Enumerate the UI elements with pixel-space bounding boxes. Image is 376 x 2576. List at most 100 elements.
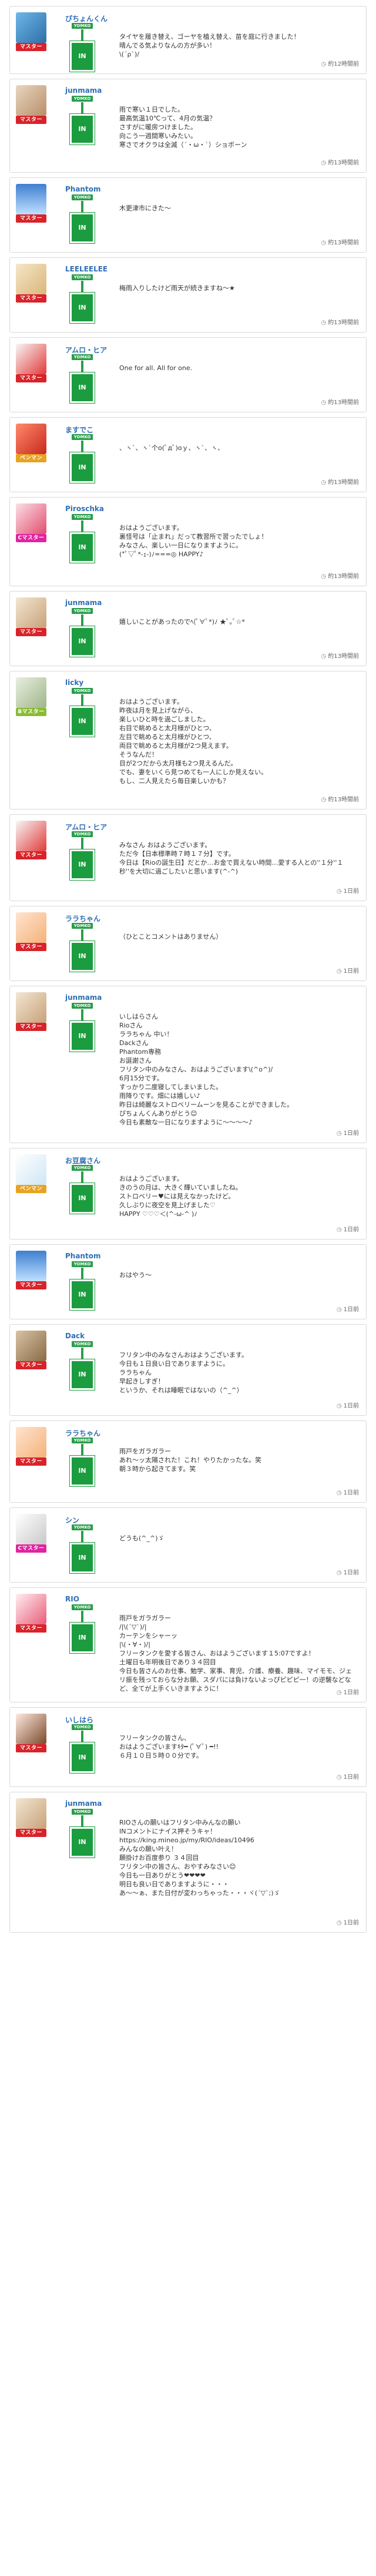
username-link[interactable]: ララちゃん xyxy=(65,1428,100,1438)
whiteboard-label: IN xyxy=(69,113,95,145)
avatar[interactable] xyxy=(16,344,46,374)
rank-badge: Cマスター xyxy=(16,534,46,542)
timestamp: ◷ 1日前 xyxy=(337,1567,359,1576)
username-link[interactable]: アムロ・ヒア xyxy=(65,345,107,355)
timestamp-text: 1日前 xyxy=(343,1307,359,1313)
whiteboard-icon: YOMKO IN xyxy=(65,831,99,881)
whiteboard-tag: YOMKO xyxy=(72,23,93,29)
username-link[interactable]: シン xyxy=(65,1515,79,1525)
whiteboard-icon: YOMKO IN xyxy=(65,1165,99,1214)
username-link[interactable]: Piroschka xyxy=(65,505,104,513)
avatar[interactable] xyxy=(16,12,46,43)
username-link[interactable]: Dack xyxy=(65,1332,85,1340)
whiteboard-tag: YOMKO xyxy=(72,514,93,520)
avatar[interactable] xyxy=(16,1154,46,1185)
whiteboard-label: IN xyxy=(69,1542,95,1574)
avatar[interactable] xyxy=(16,264,46,294)
rank-badge: マスター xyxy=(16,943,46,951)
rank-badge: ペンマン xyxy=(16,454,46,462)
timestamp-text: 1日前 xyxy=(343,968,359,975)
username-link[interactable]: junmama xyxy=(65,993,102,1002)
avatar[interactable] xyxy=(16,85,46,116)
clock-icon: ◷ xyxy=(321,320,327,326)
post-text: 梅雨入りしたけど雨天が続きますね〜★ xyxy=(119,284,235,292)
whiteboard-label: IN xyxy=(69,452,95,483)
avatar[interactable] xyxy=(16,1251,46,1281)
avatar[interactable] xyxy=(16,1594,46,1624)
clock-icon: ◷ xyxy=(336,1920,342,1926)
username-link[interactable]: ララちゃん xyxy=(65,913,100,923)
timeline-feed: マスター ぴちょんくん YOMKO IN タイヤを履き替え、ゴーヤを植え替え、苗… xyxy=(0,0,376,1942)
username-link[interactable]: いしはら xyxy=(65,1715,93,1725)
timestamp: ◷ 1日前 xyxy=(337,1687,359,1696)
timestamp: ◷ 約13時間前 xyxy=(321,794,359,803)
username-link[interactable]: Phantom xyxy=(65,185,100,193)
avatar[interactable] xyxy=(16,1427,46,1457)
avatar[interactable] xyxy=(16,912,46,943)
clock-icon: ◷ xyxy=(336,888,342,895)
username-link[interactable]: RIO xyxy=(65,1595,79,1603)
post-card: マスター アムロ・ヒア YOMKO IN みなさん おはようございます。 ただ今… xyxy=(9,814,367,901)
timestamp: ◷ 1日前 xyxy=(337,1304,359,1313)
clock-icon: ◷ xyxy=(336,1490,342,1496)
rank-badge: ペンマン xyxy=(16,1185,46,1193)
username-link[interactable]: アムロ・ヒア xyxy=(65,822,107,832)
avatar[interactable] xyxy=(16,424,46,454)
post-card: マスター LEELEELEE YOMKO IN 梅雨入りしたけど雨天が続きますね… xyxy=(9,257,367,333)
post-text: フリタン中のみなさんおはようございます。 今日も１日良い日でありますように。 ラ… xyxy=(119,1351,248,1394)
post-text: RIOさんの願いはフリタン中みんなの願い INコメントにナイス押そうキャ！ ht… xyxy=(119,1819,280,1897)
timestamp: ◷ 1日前 xyxy=(337,1772,359,1781)
timestamp-text: 約13時間前 xyxy=(328,320,359,326)
timestamp-text: 約13時間前 xyxy=(328,160,359,166)
clock-icon: ◷ xyxy=(321,61,327,68)
avatar[interactable] xyxy=(16,597,46,628)
clock-icon: ◷ xyxy=(336,1227,342,1233)
whiteboard-tag: YOMKO xyxy=(72,1165,93,1171)
whiteboard-icon: YOMKO IN xyxy=(65,608,99,657)
timestamp: ◷ 1日前 xyxy=(337,1917,359,1926)
username-link[interactable]: LEELEELEE xyxy=(65,265,108,273)
whiteboard-label: IN xyxy=(69,1183,95,1214)
post-text: 雨戸をガラガラー あれ〜ッ太陽された！これ！やりたかったな。笑 朝３時から起きて… xyxy=(119,1447,261,1473)
timestamp: ◷ 約13時間前 xyxy=(321,651,359,660)
rank-badge: Cマスター xyxy=(16,1544,46,1553)
username-link[interactable]: junmama xyxy=(65,1799,102,1808)
avatar[interactable] xyxy=(16,1331,46,1361)
clock-icon: ◷ xyxy=(336,1307,342,1313)
username-link[interactable]: licky xyxy=(65,679,83,687)
username-link[interactable]: ますでこ xyxy=(65,425,93,435)
avatar[interactable] xyxy=(16,992,46,1023)
username-link[interactable]: junmama xyxy=(65,86,102,95)
username-link[interactable]: junmama xyxy=(65,599,102,607)
rank-badge: マスター xyxy=(16,1361,46,1369)
post-text: 嬉しいことがあったのでﾍ(ﾟ∀ﾟ*)ﾉ ★ﾟ｡ﾟ☆* xyxy=(119,618,245,626)
clock-icon: ◷ xyxy=(336,1130,342,1137)
whiteboard-label: IN xyxy=(69,849,95,881)
avatar[interactable] xyxy=(16,503,46,534)
post-card: マスター junmama YOMKO IN 嬉しいことがあったのでﾍ(ﾟ∀ﾟ*)… xyxy=(9,591,367,666)
avatar[interactable] xyxy=(16,1714,46,1744)
avatar[interactable] xyxy=(16,1514,46,1544)
whiteboard-tag: YOMKO xyxy=(72,274,93,280)
rank-badge: マスター xyxy=(16,1023,46,1031)
rank-badge: マスター xyxy=(16,43,46,51)
username-link[interactable]: ぴちょんくん xyxy=(65,14,108,23)
avatar[interactable] xyxy=(16,184,46,214)
username-link[interactable]: お豆腐さん xyxy=(65,1156,100,1166)
whiteboard-tag: YOMKO xyxy=(72,831,93,837)
whiteboard-label: IN xyxy=(69,1455,95,1487)
timestamp: ◷ 約13時間前 xyxy=(321,157,359,166)
avatar[interactable] xyxy=(16,677,46,708)
post-text: おはようございます。 きのうの月は、大きく輝いていましたね。 ストロベリー♥には… xyxy=(119,1175,242,1218)
username-link[interactable]: Phantom xyxy=(65,1252,100,1260)
post-text: タイヤを履き替え、ゴーヤを植え替え、苗を庭に行きました！ 晴んでる気よりなんの方… xyxy=(119,33,300,58)
whiteboard-tag: YOMKO xyxy=(72,1809,93,1815)
whiteboard-icon: YOMKO IN xyxy=(65,23,99,72)
rank-badge: マスター xyxy=(16,628,46,636)
avatar[interactable] xyxy=(16,1798,46,1829)
timestamp-text: 約13時間前 xyxy=(328,240,359,246)
clock-icon: ◷ xyxy=(321,653,327,660)
post-card: マスター いしはら YOMKO IN フリータンクの皆さん、 おはようございます… xyxy=(9,1707,367,1787)
post-card: Cマスター Piroschka YOMKO IN おはようございます。 裏怪号は… xyxy=(9,497,367,586)
avatar[interactable] xyxy=(16,821,46,851)
